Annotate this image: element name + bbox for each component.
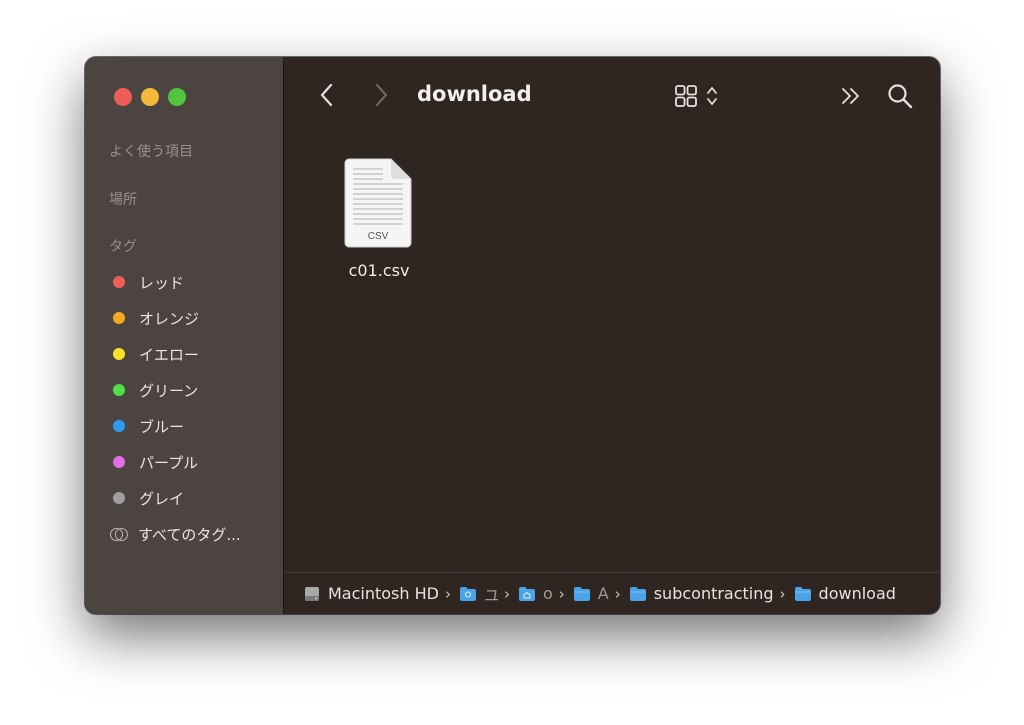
finder-window: よく使う項目 場所 タグ レッド オレンジ イエロー グリーン ブルー パープル… <box>85 57 940 614</box>
sidebar-tag-label: イエロー <box>139 345 199 364</box>
chevron-updown-icon <box>706 87 717 105</box>
more-toolbar-button[interactable] <box>837 82 865 110</box>
folder-icon <box>794 586 811 601</box>
path-item-label: ユ <box>484 582 498 606</box>
tag-color-dot <box>113 420 125 432</box>
path-item-label: download <box>818 584 896 603</box>
folder-icon <box>573 586 590 601</box>
forward-button[interactable] <box>367 81 395 109</box>
tag-list: レッド オレンジ イエロー グリーン ブルー パープル グレイ すべてのタグ..… <box>109 264 241 552</box>
path-separator: › <box>614 584 621 603</box>
view-options-button[interactable] <box>669 81 723 111</box>
sidebar-section-favorites[interactable]: よく使う項目 <box>109 141 193 161</box>
sidebar-tag-label: レッド <box>139 273 185 292</box>
hard-drive-icon <box>305 586 319 601</box>
home-folder-icon <box>518 586 535 601</box>
folder-icon <box>629 586 646 601</box>
sidebar-tag-gray[interactable]: グレイ <box>109 480 241 516</box>
window-title: download <box>417 82 532 106</box>
tag-color-dot <box>113 492 125 504</box>
path-separator: › <box>779 584 786 603</box>
tag-color-dot <box>113 276 125 288</box>
chevron-right-icon <box>375 83 388 107</box>
path-item-label: o <box>542 584 553 603</box>
all-tags-icon <box>110 528 128 541</box>
grid-view-icon <box>674 85 697 107</box>
toolbar: download <box>285 57 940 137</box>
sidebar-tag-yellow[interactable]: イエロー <box>109 336 241 372</box>
tag-color-dot <box>113 348 125 360</box>
sidebar-tag-green[interactable]: グリーン <box>109 372 241 408</box>
path-separator: › <box>558 584 565 603</box>
sidebar-tag-red[interactable]: レッド <box>109 264 241 300</box>
sidebar-tag-label: ブルー <box>139 417 185 436</box>
minimize-button[interactable] <box>141 88 159 106</box>
path-item-download[interactable]: download <box>794 584 896 603</box>
path-item-home[interactable]: o <box>518 584 553 603</box>
sidebar-all-tags-label: すべてのタグ... <box>138 525 241 544</box>
file-type-label: CSV <box>368 231 389 242</box>
path-separator: › <box>444 584 451 603</box>
path-bar: Macintosh HD › ユ › o › A › <box>285 572 940 614</box>
sidebar-tag-label: グリーン <box>139 381 199 400</box>
search-button[interactable] <box>885 81 915 111</box>
chevron-left-icon <box>320 83 333 107</box>
users-folder-icon <box>459 586 476 601</box>
zoom-button[interactable] <box>168 88 186 106</box>
sidebar-tag-label: グレイ <box>139 489 185 508</box>
sidebar-section-locations[interactable]: 場所 <box>109 189 137 209</box>
sidebar-tag-label: パープル <box>139 453 199 472</box>
sidebar: よく使う項目 場所 タグ レッド オレンジ イエロー グリーン ブルー パープル… <box>85 57 284 614</box>
path-item-macintosh-hd[interactable]: Macintosh HD <box>303 584 439 603</box>
path-separator: › <box>503 584 510 603</box>
file-item[interactable]: CSV c01.csv <box>333 157 425 280</box>
window-controls <box>114 88 186 106</box>
path-item-label: A <box>597 584 609 603</box>
search-icon <box>888 84 913 109</box>
sidebar-tag-label: オレンジ <box>139 309 200 328</box>
file-name: c01.csv <box>348 261 410 280</box>
tag-color-dot <box>113 384 125 396</box>
sidebar-tag-blue[interactable]: ブルー <box>109 408 241 444</box>
close-button[interactable] <box>114 88 132 106</box>
sidebar-tag-orange[interactable]: オレンジ <box>109 300 241 336</box>
tag-color-dot <box>113 456 125 468</box>
path-item-a[interactable]: A <box>573 584 609 603</box>
path-item-users[interactable]: ユ <box>459 582 498 606</box>
back-button[interactable] <box>313 81 341 109</box>
sidebar-all-tags[interactable]: すべてのタグ... <box>109 516 241 552</box>
tag-color-dot <box>113 312 125 324</box>
sidebar-tag-purple[interactable]: パープル <box>109 444 241 480</box>
path-item-label: subcontracting <box>653 584 774 603</box>
csv-file-icon: CSV <box>344 158 412 248</box>
sidebar-section-tags[interactable]: タグ <box>109 236 137 256</box>
file-area: CSV c01.csv <box>285 137 940 572</box>
double-chevron-icon <box>842 88 859 104</box>
path-item-subcontracting[interactable]: subcontracting <box>629 584 774 603</box>
path-item-label: Macintosh HD <box>328 584 439 603</box>
